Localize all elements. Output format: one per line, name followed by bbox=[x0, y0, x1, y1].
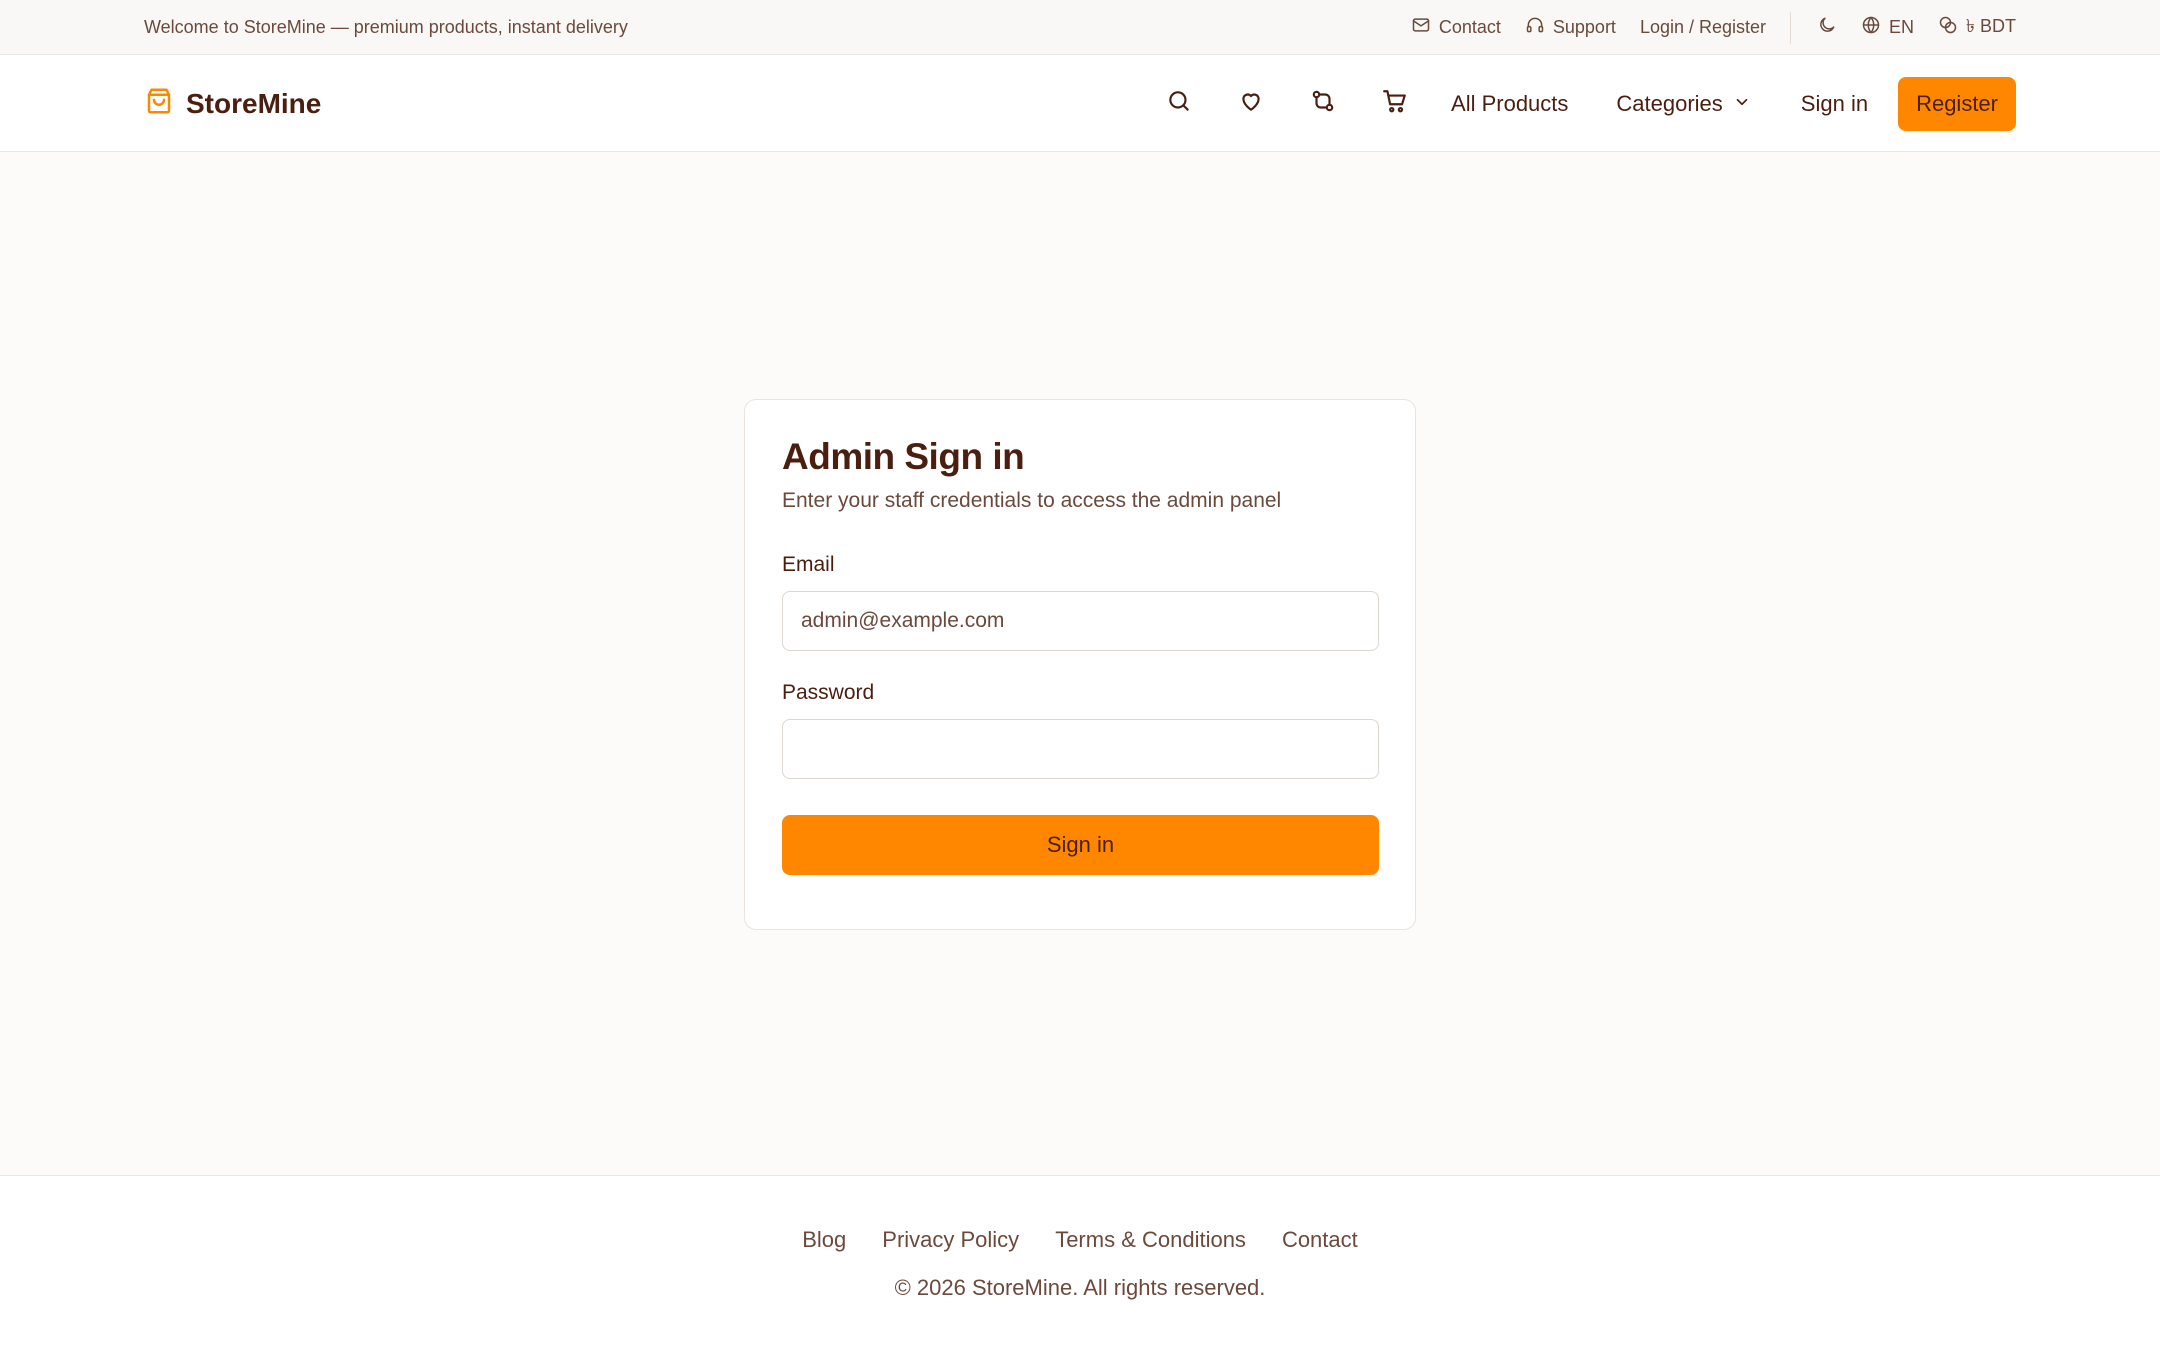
brand-logo[interactable]: StoreMine bbox=[144, 55, 321, 152]
topbar-support-link[interactable]: Support bbox=[1525, 15, 1616, 40]
chevron-down-icon bbox=[1733, 91, 1751, 117]
main-header: StoreMine All Products Categories Sign i… bbox=[0, 55, 2160, 152]
categories-dropdown[interactable]: Categories bbox=[1616, 91, 1750, 117]
search-button[interactable] bbox=[1159, 84, 1199, 124]
page-subtitle: Enter your staff credentials to access t… bbox=[782, 488, 1282, 512]
currency-label: ৳ BDT bbox=[1966, 16, 2016, 36]
heart-icon bbox=[1238, 88, 1264, 119]
topbar-login-register-link[interactable]: Login / Register bbox=[1640, 17, 1766, 38]
cart-button[interactable] bbox=[1375, 84, 1415, 124]
coins-icon bbox=[1938, 15, 1958, 40]
page: Welcome to StoreMine — premium products,… bbox=[0, 0, 2160, 1350]
footer-link-contact[interactable]: Contact bbox=[1282, 1227, 1358, 1253]
shopping-bag-icon bbox=[144, 86, 174, 121]
email-label: Email bbox=[782, 552, 835, 576]
theme-toggle[interactable] bbox=[1817, 15, 1837, 40]
moon-icon bbox=[1817, 15, 1837, 40]
categories-label: Categories bbox=[1616, 90, 1723, 116]
currency-selector[interactable]: ৳ BDT bbox=[1938, 12, 2016, 43]
topbar-actions: Contact Support Login / Register EN ৳ BD… bbox=[1411, 0, 2016, 55]
footer-link-blog[interactable]: Blog bbox=[802, 1227, 846, 1253]
announcement-bar: Welcome to StoreMine — premium products,… bbox=[0, 0, 2160, 55]
compare-icon bbox=[1310, 88, 1336, 119]
email-field[interactable] bbox=[782, 590, 1379, 651]
footer-links: Blog Privacy Policy Terms & Conditions C… bbox=[0, 1227, 2160, 1253]
topbar-contact-label: Contact bbox=[1438, 17, 1501, 37]
sign-in-link[interactable]: Sign in bbox=[1801, 91, 1868, 117]
sign-in-button[interactable]: Sign in bbox=[782, 814, 1379, 875]
language-label: EN bbox=[1889, 17, 1915, 37]
brand-name: StoreMine bbox=[186, 87, 322, 119]
all-products-link[interactable]: All Products bbox=[1451, 91, 1568, 117]
page-title: Admin Sign in bbox=[782, 436, 1025, 477]
welcome-message: Welcome to StoreMine — premium products,… bbox=[144, 17, 628, 37]
password-label: Password bbox=[782, 680, 875, 704]
topbar-login-register-label: Login / Register bbox=[1639, 17, 1767, 37]
footer-link-terms[interactable]: Terms & Conditions bbox=[1055, 1227, 1246, 1253]
copyright: © 2026 StoreMine. All rights reserved. bbox=[894, 1275, 1266, 1300]
cart-icon bbox=[1382, 88, 1408, 119]
password-field[interactable] bbox=[782, 718, 1379, 779]
topbar-divider bbox=[1790, 11, 1792, 44]
footer: Blog Privacy Policy Terms & Conditions C… bbox=[0, 1175, 2160, 1350]
wishlist-button[interactable] bbox=[1231, 84, 1271, 124]
language-selector[interactable]: EN bbox=[1861, 15, 1914, 40]
admin-signin-card: Admin Sign in Enter your staff credentia… bbox=[744, 399, 1416, 930]
main-nav: All Products Categories Sign in Register bbox=[1159, 55, 2016, 152]
headphones-icon bbox=[1525, 15, 1545, 40]
footer-link-privacy[interactable]: Privacy Policy bbox=[882, 1227, 1019, 1253]
globe-icon bbox=[1861, 15, 1881, 40]
compare-button[interactable] bbox=[1303, 84, 1343, 124]
search-icon bbox=[1166, 88, 1192, 119]
topbar-support-label: Support bbox=[1552, 17, 1616, 37]
topbar-contact-link[interactable]: Contact bbox=[1411, 15, 1501, 40]
mail-icon bbox=[1411, 15, 1431, 40]
register-button[interactable]: Register bbox=[1898, 76, 2016, 131]
